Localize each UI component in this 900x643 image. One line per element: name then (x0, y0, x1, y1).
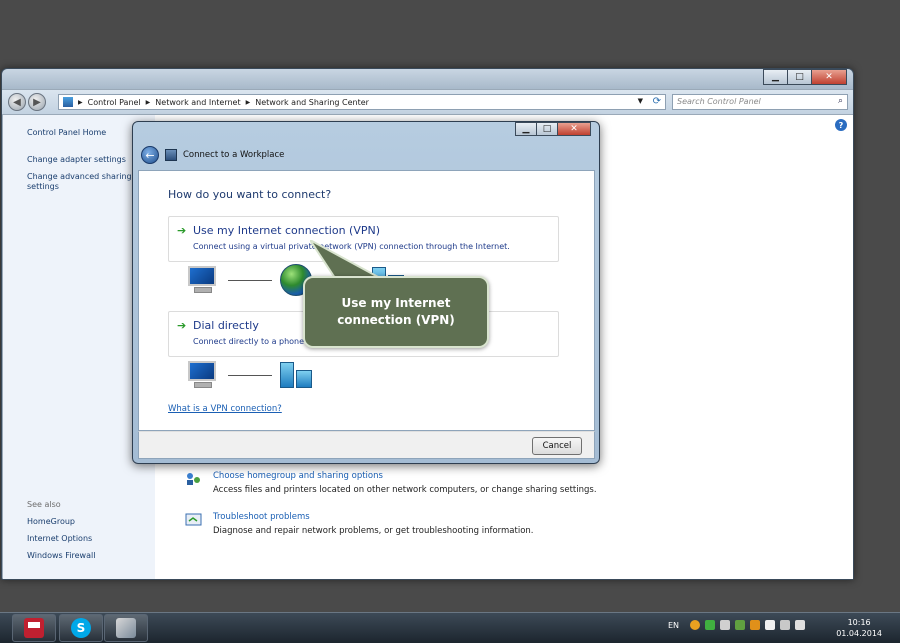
workplace-icon (165, 149, 177, 161)
arrow-right-icon: ▶ (33, 96, 41, 108)
maximize-button[interactable]: □ (787, 69, 812, 85)
help-icon[interactable]: ? (835, 119, 847, 131)
language-indicator[interactable]: EN (668, 621, 679, 630)
taskbar: S EN 10:16 01.04.2014 (0, 612, 900, 643)
system-tray: EN (668, 620, 806, 630)
tray-app-icon[interactable] (750, 620, 761, 630)
skype-icon: S (71, 618, 91, 638)
sidebar-item-advanced-sharing[interactable]: Change advanced sharing settings (27, 172, 132, 192)
arrow-left-icon: ◀ (13, 96, 21, 108)
dialog-minimize-button[interactable]: ▁ (515, 122, 537, 136)
dialog-header: ← Connect to a Workplace (137, 142, 595, 168)
control-panel-icon (63, 97, 73, 107)
what-is-vpn-link[interactable]: What is a VPN connection? (168, 404, 282, 414)
green-arrow-icon: ➔ (177, 319, 187, 332)
cancel-button[interactable]: Cancel (532, 437, 582, 455)
floppy-icon (24, 618, 44, 638)
dialog-maximize-button[interactable]: □ (536, 122, 558, 136)
tray-app-icon[interactable] (720, 620, 731, 630)
sidebar-item-windows-firewall[interactable]: Windows Firewall (27, 551, 95, 561)
breadcrumb-sharing-center[interactable]: Network and Sharing Center (255, 98, 369, 107)
homegroup-icon (187, 473, 200, 485)
homegroup-link[interactable]: Choose homegroup and sharing options (213, 471, 383, 481)
callout-pointer (310, 240, 381, 279)
dialog-title: Connect to a Workplace (183, 150, 285, 160)
dial-diagram (186, 360, 314, 390)
flag-icon[interactable] (765, 620, 776, 630)
sidebar-item-label: settings (27, 182, 59, 191)
dialog-question: How do you want to connect? (168, 188, 332, 201)
close-button[interactable]: ✕ (811, 69, 847, 85)
callout-line: Use my Internet (341, 296, 451, 310)
refresh-icon[interactable]: ⟳ (653, 96, 661, 107)
troubleshoot-link[interactable]: Troubleshoot problems (213, 512, 310, 522)
address-bar[interactable]: ▶ Control Panel ▶ Network and Internet ▶… (58, 94, 666, 110)
taskbar-save-app[interactable] (12, 614, 56, 642)
chevron-right-icon: ▶ (78, 98, 83, 106)
homegroup-description: Access files and printers located on oth… (213, 485, 597, 495)
troubleshoot-icon (185, 513, 202, 526)
sidebar-item-adapter-settings[interactable]: Change adapter settings (27, 155, 126, 165)
search-icon[interactable]: ⌕ (838, 96, 843, 106)
chevron-right-icon: ▶ (245, 98, 251, 106)
sidebar-item-homegroup[interactable]: HomeGroup (27, 517, 75, 527)
minimize-button[interactable]: ▁ (763, 69, 788, 85)
taskbar-clock[interactable]: 10:16 01.04.2014 (836, 617, 882, 639)
search-input[interactable]: Search Control Panel ⌕ (672, 94, 848, 110)
sidebar-item-internet-options[interactable]: Internet Options (27, 534, 92, 544)
clock-date: 01.04.2014 (836, 629, 882, 638)
option-title: Dial directly (193, 319, 259, 332)
taskbar-skype[interactable]: S (59, 614, 103, 642)
navigation-toolbar: ◀ ▶ ▶ Control Panel ▶ Network and Intern… (2, 90, 853, 114)
sidebar-item-control-panel-home[interactable]: Control Panel Home (27, 128, 106, 138)
tray-app-icon[interactable] (690, 620, 701, 630)
network-icon[interactable] (780, 620, 791, 630)
tray-app-icon[interactable] (735, 620, 746, 630)
title-bar[interactable]: ▁ □ ✕ (2, 69, 853, 89)
callout-line: connection (VPN) (337, 313, 455, 327)
computer-icon (186, 265, 220, 295)
sidebar-item-label: Change advanced sharing (27, 172, 132, 181)
breadcrumb-control-panel[interactable]: Control Panel (88, 98, 141, 107)
tutorial-callout: Use my Internet connection (VPN) (303, 276, 489, 348)
dialog-footer: Cancel (138, 431, 595, 459)
server-icon (280, 360, 314, 390)
taskbar-virtualbox[interactable] (104, 614, 148, 642)
back-arrow-icon[interactable]: ← (141, 146, 159, 164)
green-arrow-icon: ➔ (177, 224, 187, 237)
search-placeholder: Search Control Panel (677, 97, 761, 106)
troubleshoot-description: Diagnose and repair network problems, or… (213, 526, 534, 536)
dialog-close-button[interactable]: ✕ (557, 122, 591, 136)
forward-button[interactable]: ▶ (28, 93, 46, 111)
computer-icon (186, 360, 220, 390)
volume-icon[interactable] (795, 620, 806, 630)
chevron-down-icon[interactable]: ▼ (638, 97, 643, 105)
option-title: Use my Internet connection (VPN) (193, 224, 381, 237)
virtualbox-icon (116, 618, 136, 638)
back-button[interactable]: ◀ (8, 93, 26, 111)
chevron-right-icon: ▶ (145, 98, 151, 106)
tray-app-icon[interactable] (705, 620, 716, 630)
see-also-heading: See also (27, 500, 61, 509)
breadcrumb-network-internet[interactable]: Network and Internet (155, 98, 240, 107)
clock-time: 10:16 (847, 618, 871, 627)
